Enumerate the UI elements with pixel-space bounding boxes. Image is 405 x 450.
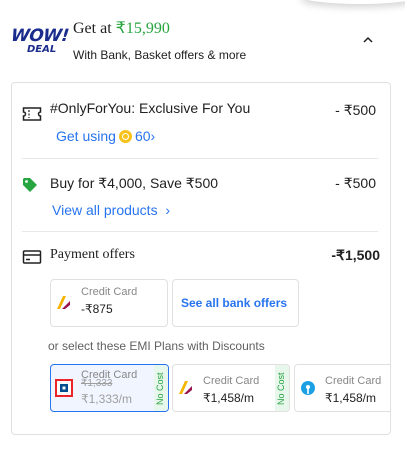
see-all-bank-offers-label: See all bank offers bbox=[181, 296, 288, 310]
offers-card: #OnlyForYou: Exclusive For You - ₹500 Ge… bbox=[11, 82, 391, 435]
chevron-up-icon[interactable] bbox=[362, 36, 374, 44]
see-all-bank-offers-button[interactable]: See all bank offers bbox=[172, 279, 299, 327]
emi-plan-monthly-value: ₹1,458/m bbox=[203, 391, 254, 405]
logo-deal-text: DEAL bbox=[27, 44, 57, 55]
basket-offer-title: Buy for ₹4,000, Save ₹500 bbox=[50, 175, 219, 191]
exclusive-offer-title: #OnlyForYou: Exclusive For You bbox=[50, 100, 251, 116]
no-cost-label: No Cost bbox=[155, 372, 165, 405]
emi-plan-monthly-value: ₹1,333/m bbox=[81, 392, 132, 406]
supercoin-icon bbox=[118, 130, 132, 143]
coins-count: 60 bbox=[134, 128, 151, 144]
hdfc-bank-logo-icon bbox=[55, 379, 73, 397]
sbi-bank-logo-icon bbox=[301, 381, 315, 395]
axis-bank-logo-icon bbox=[179, 381, 192, 394]
no-cost-badge: No Cost bbox=[154, 365, 168, 411]
logo-wow-text: WOW! bbox=[9, 26, 70, 46]
credit-card-icon bbox=[22, 250, 42, 264]
exclusive-offer-amount: - ₹500 bbox=[335, 102, 376, 118]
chevron-right-icon: › bbox=[150, 128, 156, 144]
no-cost-badge: No Cost bbox=[275, 365, 289, 411]
emi-plan-card[interactable]: Credit Card ₹1,458/m No Cost bbox=[172, 364, 290, 412]
emi-plan-card[interactable]: Credit Card ₹1,458/m bbox=[294, 364, 390, 412]
bank-offer-type: Credit Card bbox=[81, 286, 138, 298]
view-all-products-link[interactable]: View all products › bbox=[52, 202, 170, 218]
bank-offer-card[interactable]: Credit Card -₹875 bbox=[50, 279, 168, 327]
emi-plan-monthly-value: ₹1,458/m bbox=[325, 391, 376, 405]
emi-hint-text: or select these EMI Plans with Discounts bbox=[48, 339, 265, 353]
bank-offer-value: -₹875 bbox=[81, 302, 113, 316]
chevron-right-icon: › bbox=[165, 202, 171, 218]
ticket-icon bbox=[22, 107, 42, 121]
axis-bank-logo-icon bbox=[56, 295, 72, 311]
basket-offer-row: Buy for ₹4,000, Save ₹500 - ₹500 View al… bbox=[12, 159, 390, 232]
payment-offers-title: Payment offers bbox=[50, 247, 135, 262]
get-using-label: Get using bbox=[56, 128, 116, 144]
emi-plan-type: Credit Card bbox=[203, 375, 260, 387]
header-subtitle: With Bank, Basket offers & more bbox=[73, 48, 247, 62]
payment-offers-amount: -₹1,500 bbox=[331, 247, 380, 263]
get-at-label: Get at bbox=[73, 20, 112, 37]
emi-plan-card[interactable]: Credit Card ₹1,333 ₹1,333/m No Cost bbox=[50, 364, 169, 412]
emi-plan-struck-value: ₹1,333 bbox=[81, 378, 113, 389]
view-all-products-label: View all products bbox=[52, 202, 158, 218]
get-using-coins-link[interactable]: Get using 60› bbox=[56, 128, 155, 144]
wow-deal-logo: WOW! DEAL bbox=[10, 26, 70, 60]
get-at-price: ₹15,990 bbox=[115, 20, 170, 37]
wow-deal-header[interactable]: WOW! DEAL Get at ₹15,990 With Bank, Baske… bbox=[0, 0, 405, 80]
tag-icon bbox=[23, 178, 37, 192]
exclusive-offer-row: #OnlyForYou: Exclusive For You - ₹500 Ge… bbox=[12, 83, 390, 159]
no-cost-label: No Cost bbox=[276, 372, 286, 405]
get-at-price-line: Get at ₹15,990 bbox=[73, 18, 170, 38]
emi-plan-type: Credit Card bbox=[325, 375, 382, 387]
basket-offer-amount: - ₹500 bbox=[335, 175, 376, 191]
